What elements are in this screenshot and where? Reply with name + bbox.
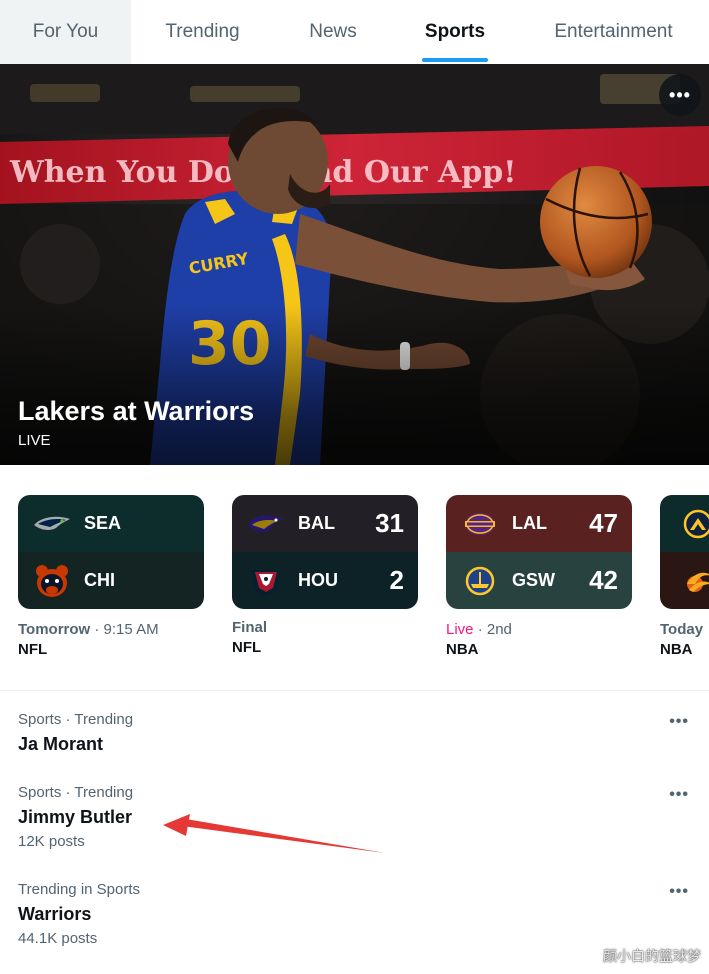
annotation-arrow-icon bbox=[163, 814, 385, 853]
watermark: 颜小白的篮球梦 bbox=[603, 948, 701, 964]
